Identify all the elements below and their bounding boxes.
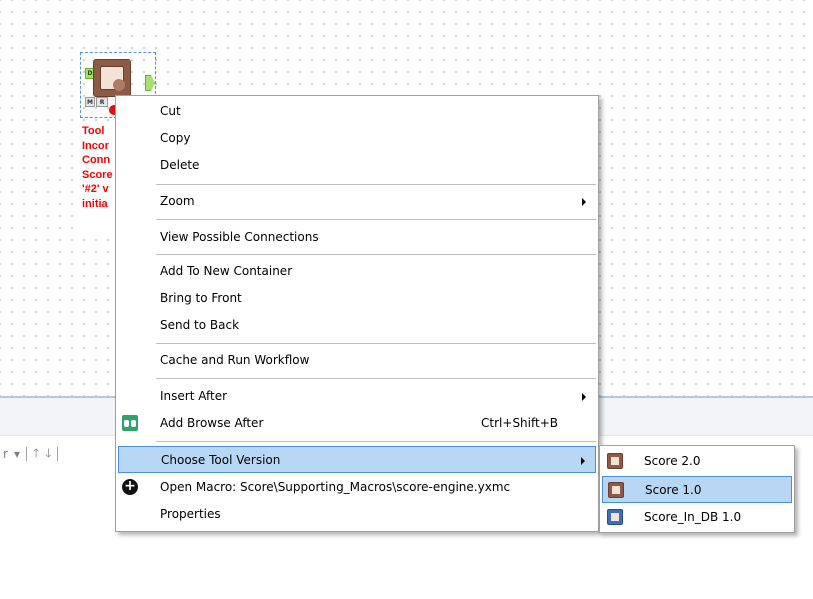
menu-item-shortcut: Ctrl+Shift+B — [481, 416, 558, 430]
menu-item-delete[interactable]: Delete — [118, 152, 596, 179]
menu-separator — [156, 184, 596, 185]
annotation-line: Incor — [82, 139, 109, 152]
score-in-db-icon — [607, 509, 623, 525]
menu-item-properties[interactable]: Properties — [118, 501, 596, 528]
menu-item-label: Delete — [160, 158, 200, 172]
menu-item-insert-after[interactable]: Insert After — [118, 383, 596, 410]
score-tool-icon[interactable] — [93, 59, 131, 97]
output-anchor[interactable] — [145, 75, 155, 91]
submenu-item-score-in-db-1-0[interactable]: Score_In_DB 1.0 — [602, 504, 792, 531]
submenu-item-label: Score_In_DB 1.0 — [644, 510, 742, 524]
menu-item-send-to-back[interactable]: Send to Back — [118, 312, 596, 339]
menu-separator — [156, 378, 596, 379]
toolbar-separator — [57, 447, 59, 461]
tool-version-submenu: Score 2.0 Score 1.0 Score_In_DB 1.0 — [599, 445, 795, 533]
menu-item-label: Bring to Front — [160, 291, 242, 305]
tool-error-annotation: Tool Incor Conn Score '#2' v initia — [80, 124, 118, 232]
model-input-anchor[interactable]: M — [85, 97, 95, 107]
menu-item-add-browse-after[interactable]: Add Browse After Ctrl+Shift+B — [118, 410, 596, 437]
menu-item-bring-to-front[interactable]: Bring to Front — [118, 285, 596, 312]
submenu-arrow-icon — [582, 393, 586, 401]
menu-item-label: Insert After — [160, 389, 228, 403]
menu-separator — [156, 219, 596, 220]
menu-item-open-macro[interactable]: + Open Macro: Score\Supporting_Macros\sco… — [118, 474, 596, 501]
submenu-arrow-icon — [582, 198, 586, 206]
annotation-line: Conn — [82, 154, 111, 167]
menu-item-label: Cache and Run Workflow — [160, 353, 310, 367]
score-tool-icon — [607, 453, 623, 469]
results-filter-label: r — [3, 447, 8, 461]
submenu-item-label: Score 1.0 — [645, 483, 702, 497]
submenu-arrow-icon — [581, 457, 585, 465]
menu-item-label: Open Macro: Score\Supporting_Macros\scor… — [160, 480, 511, 494]
annotation-line: Tool — [82, 125, 105, 137]
annotation-line: '#2' v — [82, 183, 109, 196]
menu-item-label: Add Browse After — [160, 416, 264, 430]
arrow-down-icon[interactable]: 🡓 — [42, 444, 54, 465]
chevron-down-icon[interactable]: ▾ — [11, 447, 23, 461]
binoculars-icon — [122, 415, 138, 431]
submenu-item-score-2-0[interactable]: Score 2.0 — [602, 448, 792, 475]
plus-circle-icon: + — [122, 479, 138, 495]
menu-item-copy[interactable]: Copy — [118, 125, 596, 152]
menu-separator — [156, 254, 596, 255]
menu-item-add-to-new-container[interactable]: Add To New Container — [118, 258, 596, 285]
menu-separator — [156, 441, 596, 442]
menu-item-label: Add To New Container — [160, 264, 293, 278]
menu-item-label: Cut — [160, 104, 181, 118]
menu-item-cache-and-run-workflow[interactable]: Cache and Run Workflow — [118, 347, 596, 374]
arrow-up-icon[interactable]: 🡑 — [30, 444, 42, 465]
annotation-line: initia — [82, 197, 108, 210]
annotation-line: Score — [82, 168, 113, 181]
menu-item-view-possible-connections[interactable]: View Possible Connections — [118, 224, 596, 251]
menu-item-label: Choose Tool Version — [161, 453, 281, 467]
menu-item-label: Zoom — [160, 194, 195, 208]
results-toolbar: r ▾ 🡑 🡓 — [0, 442, 61, 466]
score-tool-icon — [608, 482, 624, 498]
menu-item-zoom[interactable]: Zoom — [118, 188, 596, 215]
menu-item-label: View Possible Connections — [160, 230, 319, 244]
menu-item-label: Copy — [160, 131, 191, 145]
menu-item-label: Properties — [160, 507, 221, 521]
submenu-item-label: Score 2.0 — [644, 454, 701, 468]
menu-separator — [156, 343, 596, 344]
context-menu: Cut Copy Delete Zoom View Possible Conne… — [115, 95, 599, 532]
menu-item-cut[interactable]: Cut — [118, 98, 596, 125]
toolbar-separator — [25, 447, 27, 461]
menu-item-choose-tool-version[interactable]: Choose Tool Version — [118, 446, 596, 473]
menu-item-label: Send to Back — [160, 318, 240, 332]
r-input-anchor[interactable]: R — [96, 97, 108, 107]
submenu-item-score-1-0[interactable]: Score 1.0 — [602, 476, 792, 503]
